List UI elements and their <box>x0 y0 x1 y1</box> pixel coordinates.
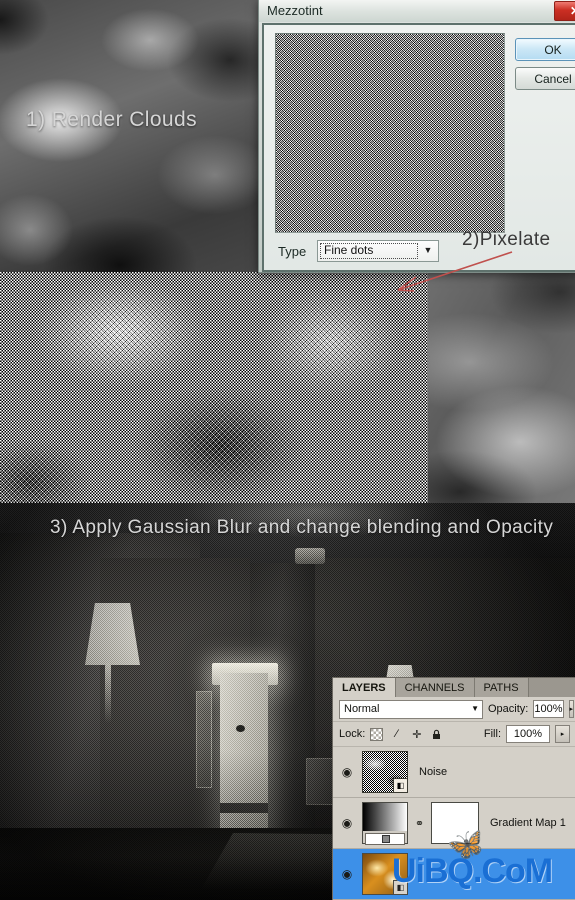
mezzotint-preview[interactable] <box>275 33 505 233</box>
lock-buttons: ∕ ✛ <box>370 727 443 741</box>
opacity-label: Opacity: <box>488 703 529 715</box>
annotation-step-3: 3) Apply Gaussian Blur and change blendi… <box>50 517 554 538</box>
fill-spinner-icon[interactable]: ▸ <box>555 725 570 743</box>
cancel-button[interactable]: Cancel <box>515 67 575 90</box>
lock-fill-row: Lock: ∕ ✛ Fill: 100% ▸ <box>333 722 575 747</box>
layer-name-noise: Noise <box>419 766 448 778</box>
fill-input[interactable]: 100% <box>506 725 550 743</box>
layer-thumbnail-gradient[interactable] <box>362 802 408 845</box>
ok-button[interactable]: OK <box>515 38 575 61</box>
type-dropdown-value: Fine dots <box>324 243 374 257</box>
chevron-down-icon[interactable]: ▼ <box>471 704 479 713</box>
blend-mode-dropdown[interactable]: Normal ▼ <box>339 699 483 719</box>
tab-layers[interactable]: LAYERS <box>333 678 396 697</box>
gradient-slider-knob[interactable] <box>382 835 390 843</box>
tutorial-screenshot: 1) Render Clouds 3) Apply Gaussian Blur … <box>0 0 575 900</box>
fill-label: Fill: <box>483 728 501 740</box>
tab-channels[interactable]: CHANNELS <box>395 678 475 697</box>
close-icon[interactable]: ✕ <box>554 1 575 21</box>
annotation-step-1: 1) Render Clouds <box>26 108 197 131</box>
dialog-titlebar: Mezzotint ✕ <box>259 0 575 22</box>
eye-icon[interactable]: ◉ <box>339 866 355 882</box>
layer-row-noise[interactable]: ◉ ◧ Noise <box>333 747 575 798</box>
opacity-input[interactable]: 100% <box>533 700 564 718</box>
type-label: Type <box>278 244 307 259</box>
gradient-slider[interactable] <box>365 833 405 845</box>
dialog-title: Mezzotint <box>267 3 323 18</box>
blend-opacity-row: Normal ▼ Opacity: 100% ▸ <box>333 697 575 722</box>
tab-paths[interactable]: PATHS <box>474 678 529 697</box>
lock-position-icon[interactable]: ✛ <box>410 728 423 741</box>
eye-icon[interactable]: ◉ <box>339 815 355 831</box>
layer-name-gradient-map: Gradient Map 1 <box>490 817 566 829</box>
smart-object-badge-icon: ◧ <box>393 778 408 793</box>
preview-noise-pattern <box>276 34 504 232</box>
blend-mode-value: Normal <box>344 703 380 715</box>
annotation-step-2: 2)Pixelate <box>462 229 551 250</box>
link-icon[interactable]: ⚭ <box>415 817 424 830</box>
lock-image-icon[interactable]: ∕ <box>390 728 403 741</box>
lock-label: Lock: <box>339 728 366 740</box>
layer-thumbnail[interactable]: ◧ <box>362 751 408 793</box>
eye-icon[interactable]: ◉ <box>339 764 355 780</box>
panel-tabs: LAYERS CHANNELS PATHS <box>333 678 575 697</box>
mezzotint-noise-strip <box>0 272 428 503</box>
site-watermark: UiBQ.CoM <box>392 852 553 890</box>
lock-all-icon[interactable] <box>430 728 443 741</box>
opacity-spinner-icon[interactable]: ▸ <box>568 700 575 718</box>
mezzotint-result-image <box>0 272 575 503</box>
lock-transparency-icon[interactable] <box>370 727 384 741</box>
gradient-preview <box>363 803 407 831</box>
annotation-arrow <box>397 251 513 292</box>
